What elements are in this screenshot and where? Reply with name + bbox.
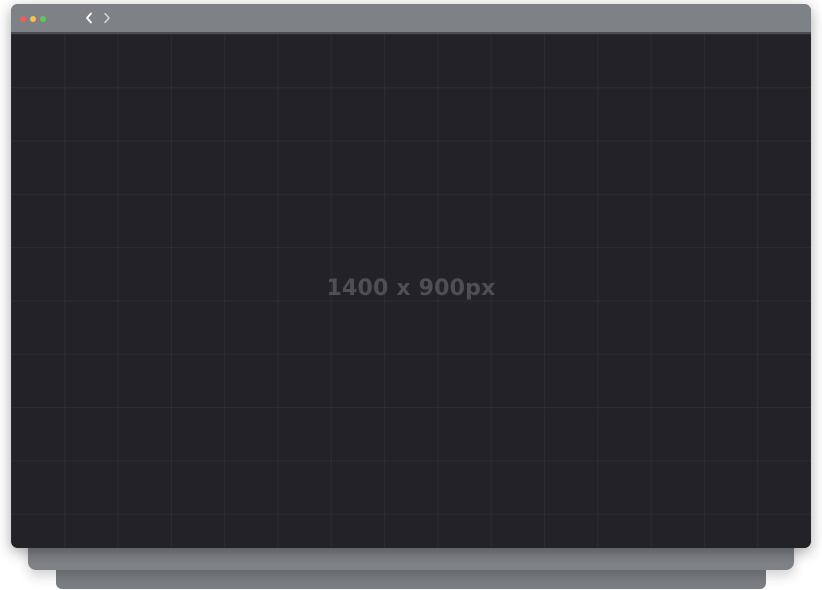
forward-button[interactable] <box>100 10 114 26</box>
maximize-window-button[interactable] <box>40 16 46 22</box>
page-viewport: 1400 x 900px <box>11 34 811 548</box>
viewport-size-label: 1400 x 900px <box>326 276 496 301</box>
minimize-window-button[interactable] <box>30 16 36 22</box>
window-titlebar <box>11 4 811 34</box>
close-window-button[interactable] <box>20 16 26 22</box>
chevron-left-icon <box>86 12 92 24</box>
back-button[interactable] <box>82 10 96 26</box>
browser-mockup: 1400 x 900px <box>0 0 822 590</box>
chevron-right-icon <box>104 12 110 24</box>
browser-window: 1400 x 900px <box>11 4 811 548</box>
